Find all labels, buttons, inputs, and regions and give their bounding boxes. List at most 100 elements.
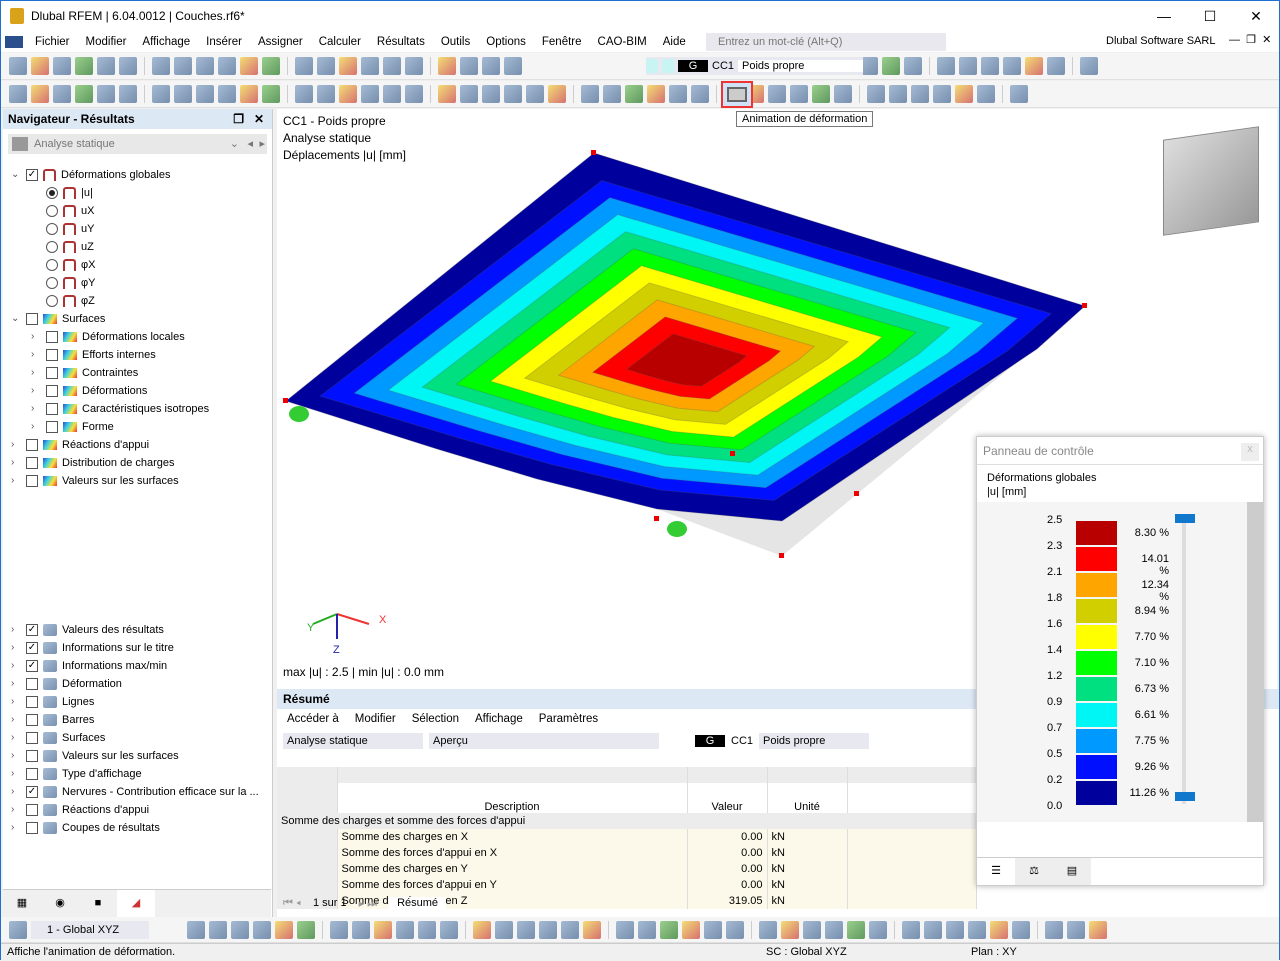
menu-3[interactable]: Insérer: [198, 36, 250, 48]
checkbox[interactable]: [26, 714, 38, 726]
node-marker[interactable]: [654, 516, 659, 521]
toolbar-button-icon[interactable]: [119, 57, 137, 75]
menu-4[interactable]: Assigner: [250, 36, 311, 48]
toolbar-button-icon[interactable]: [361, 85, 379, 103]
toolbar-button-icon[interactable]: [669, 85, 687, 103]
toolbar-button-icon[interactable]: [97, 57, 115, 75]
toolbar-button-icon[interactable]: [152, 85, 170, 103]
checkbox[interactable]: ✓: [26, 169, 38, 181]
toolbar-button-icon[interactable]: [240, 57, 258, 75]
expand-icon[interactable]: ›: [31, 346, 41, 364]
menu-11[interactable]: Aide: [655, 36, 694, 48]
nav-item[interactable]: › Contraintes: [31, 364, 138, 382]
toolbar-button-icon[interactable]: [867, 85, 885, 103]
expand-icon[interactable]: ›: [31, 328, 41, 346]
checkbox[interactable]: [26, 696, 38, 708]
checkbox[interactable]: [26, 768, 38, 780]
toolbar-button-icon[interactable]: [1010, 85, 1028, 103]
toolbar-button-icon[interactable]: [275, 920, 293, 939]
node-marker[interactable]: [779, 553, 784, 558]
toolbar-button-icon[interactable]: [990, 920, 1008, 939]
scrollbar[interactable]: [1247, 502, 1263, 822]
toolbar-button-icon[interactable]: [152, 57, 170, 75]
toolbar-button-icon[interactable]: [904, 57, 922, 75]
nav-item[interactable]: φY: [31, 274, 95, 292]
summary-menu-1[interactable]: Modifier: [347, 709, 404, 729]
expand-icon[interactable]: ›: [11, 639, 21, 657]
toolbar-button-icon[interactable]: [119, 85, 137, 103]
toolbar-button-icon[interactable]: [581, 85, 599, 103]
analysis-dropdown[interactable]: Analyse statique: [283, 733, 423, 749]
toolbar-button-icon[interactable]: [339, 57, 357, 75]
toolbar-button-icon[interactable]: [396, 920, 414, 939]
menu-1[interactable]: Modifier: [78, 36, 135, 48]
toolbar-button-icon[interactable]: [704, 920, 722, 939]
toolbar-button-icon[interactable]: [31, 85, 49, 103]
toolbar-button-icon[interactable]: [317, 85, 335, 103]
nav-item[interactable]: › Caractéristiques isotropes: [31, 400, 209, 418]
expand-icon[interactable]: ⌄: [11, 166, 21, 184]
float-icon[interactable]: ❐: [233, 109, 244, 129]
expand-icon[interactable]: ›: [31, 418, 41, 436]
toolbar-button-icon[interactable]: [911, 85, 929, 103]
tab-summary[interactable]: Résumé: [389, 897, 447, 911]
animation-deformation-button[interactable]: [721, 81, 753, 108]
checkbox[interactable]: [46, 385, 58, 397]
expand-icon[interactable]: ›: [11, 621, 21, 639]
toolbar-button-icon[interactable]: [53, 85, 71, 103]
node-marker[interactable]: [591, 150, 596, 155]
toolbar-button-icon[interactable]: [330, 920, 348, 939]
toolbar-button-icon[interactable]: [825, 920, 843, 939]
radio-button[interactable]: [46, 205, 58, 217]
node-marker[interactable]: [854, 491, 859, 496]
toolbar-button-icon[interactable]: [625, 85, 643, 103]
analysis-dropdown[interactable]: Analyse statique ⌄ ◂ ▸: [8, 134, 267, 154]
toolbar-button-icon[interactable]: [959, 57, 977, 75]
toolbar-button-icon[interactable]: [97, 85, 115, 103]
nav-display-item[interactable]: › Coupes de résultats: [11, 819, 160, 837]
menu-0[interactable]: Fichier: [27, 36, 78, 48]
view-dropdown[interactable]: Aperçu: [429, 733, 659, 749]
nav-item[interactable]: › Déformations: [31, 382, 147, 400]
toolbar-button-icon[interactable]: [405, 85, 423, 103]
checkbox[interactable]: [26, 457, 38, 469]
toolbar-button-icon[interactable]: [869, 920, 887, 939]
nav-display-item[interactable]: › ✓ Informations max/min: [11, 657, 167, 675]
table-row[interactable]: Somme des charges en X 0.00 kN: [277, 829, 977, 845]
toolbar-button-icon[interactable]: [902, 920, 920, 939]
radio-button[interactable]: [46, 223, 58, 235]
mdi-controls[interactable]: — ❐ ✕: [1229, 33, 1271, 46]
checkbox[interactable]: [26, 678, 38, 690]
tab-data-icon[interactable]: ▦: [3, 890, 41, 917]
nav-display-item[interactable]: › Barres: [11, 711, 94, 729]
checkbox[interactable]: [46, 403, 58, 415]
toolbar-button-icon[interactable]: [196, 57, 214, 75]
toolbar-button-icon[interactable]: [977, 85, 995, 103]
toolbar-button-icon[interactable]: [981, 57, 999, 75]
toolbar-button-icon[interactable]: [768, 85, 786, 103]
menu-10[interactable]: CAO-BIM: [590, 36, 655, 48]
expand-icon[interactable]: ›: [11, 783, 21, 801]
toolbar-button-icon[interactable]: [383, 85, 401, 103]
nav-display-item[interactable]: › ✓ Valeurs des résultats: [11, 621, 164, 639]
table-row[interactable]: Somme des charges en Y 0.00 kN: [277, 861, 977, 877]
toolbar-button-icon[interactable]: [647, 85, 665, 103]
toolbar-button-icon[interactable]: [968, 920, 986, 939]
toolbar-button-icon[interactable]: [438, 85, 456, 103]
toolbar-button-icon[interactable]: [1012, 920, 1030, 939]
toolbar-button-icon[interactable]: [1045, 920, 1063, 939]
toolbar-button-icon[interactable]: [317, 57, 335, 75]
menu-2[interactable]: Affichage: [134, 36, 198, 48]
checkbox[interactable]: [26, 313, 38, 325]
toolbar-button-icon[interactable]: [482, 85, 500, 103]
tab-view-icon[interactable]: ◉: [41, 890, 79, 917]
checkbox[interactable]: [26, 475, 38, 487]
node-marker[interactable]: [730, 451, 735, 456]
close-button[interactable]: ✕: [1233, 1, 1279, 31]
toolbar-button-icon[interactable]: [937, 57, 955, 75]
pager[interactable]: ⏮ ◂ 1 sur 1 ▸ ⏭ Résumé: [283, 897, 447, 911]
toolbar-button-icon[interactable]: [517, 920, 535, 939]
toolbar-button-icon[interactable]: [361, 57, 379, 75]
toolbar-button-icon[interactable]: [352, 920, 370, 939]
toolbar-button-icon[interactable]: [405, 57, 423, 75]
